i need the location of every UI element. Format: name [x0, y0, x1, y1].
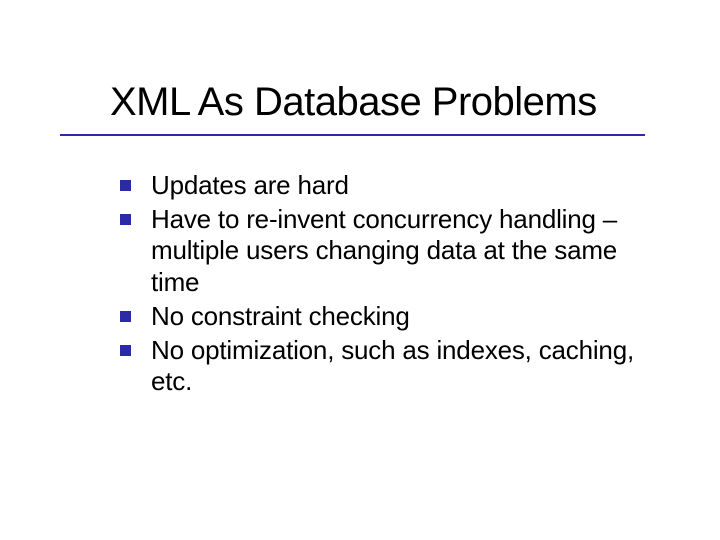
- list-item-text: Have to re-invent concurrency handling –…: [151, 204, 670, 299]
- list-item: No constraint checking: [120, 301, 670, 333]
- slide: XML As Database Problems Updates are har…: [0, 0, 720, 540]
- slide-title: XML As Database Problems: [110, 80, 680, 125]
- square-bullet-icon: [120, 311, 131, 322]
- title-underline: [60, 134, 645, 136]
- square-bullet-icon: [120, 180, 131, 191]
- square-bullet-icon: [120, 214, 131, 225]
- list-item: No optimization, such as indexes, cachin…: [120, 335, 670, 398]
- list-item-text: No optimization, such as indexes, cachin…: [151, 335, 670, 398]
- bullet-list: Updates are hard Have to re-invent concu…: [120, 170, 670, 400]
- list-item: Have to re-invent concurrency handling –…: [120, 204, 670, 299]
- square-bullet-icon: [120, 345, 131, 356]
- list-item: Updates are hard: [120, 170, 670, 202]
- list-item-text: No constraint checking: [151, 301, 410, 333]
- list-item-text: Updates are hard: [151, 170, 349, 202]
